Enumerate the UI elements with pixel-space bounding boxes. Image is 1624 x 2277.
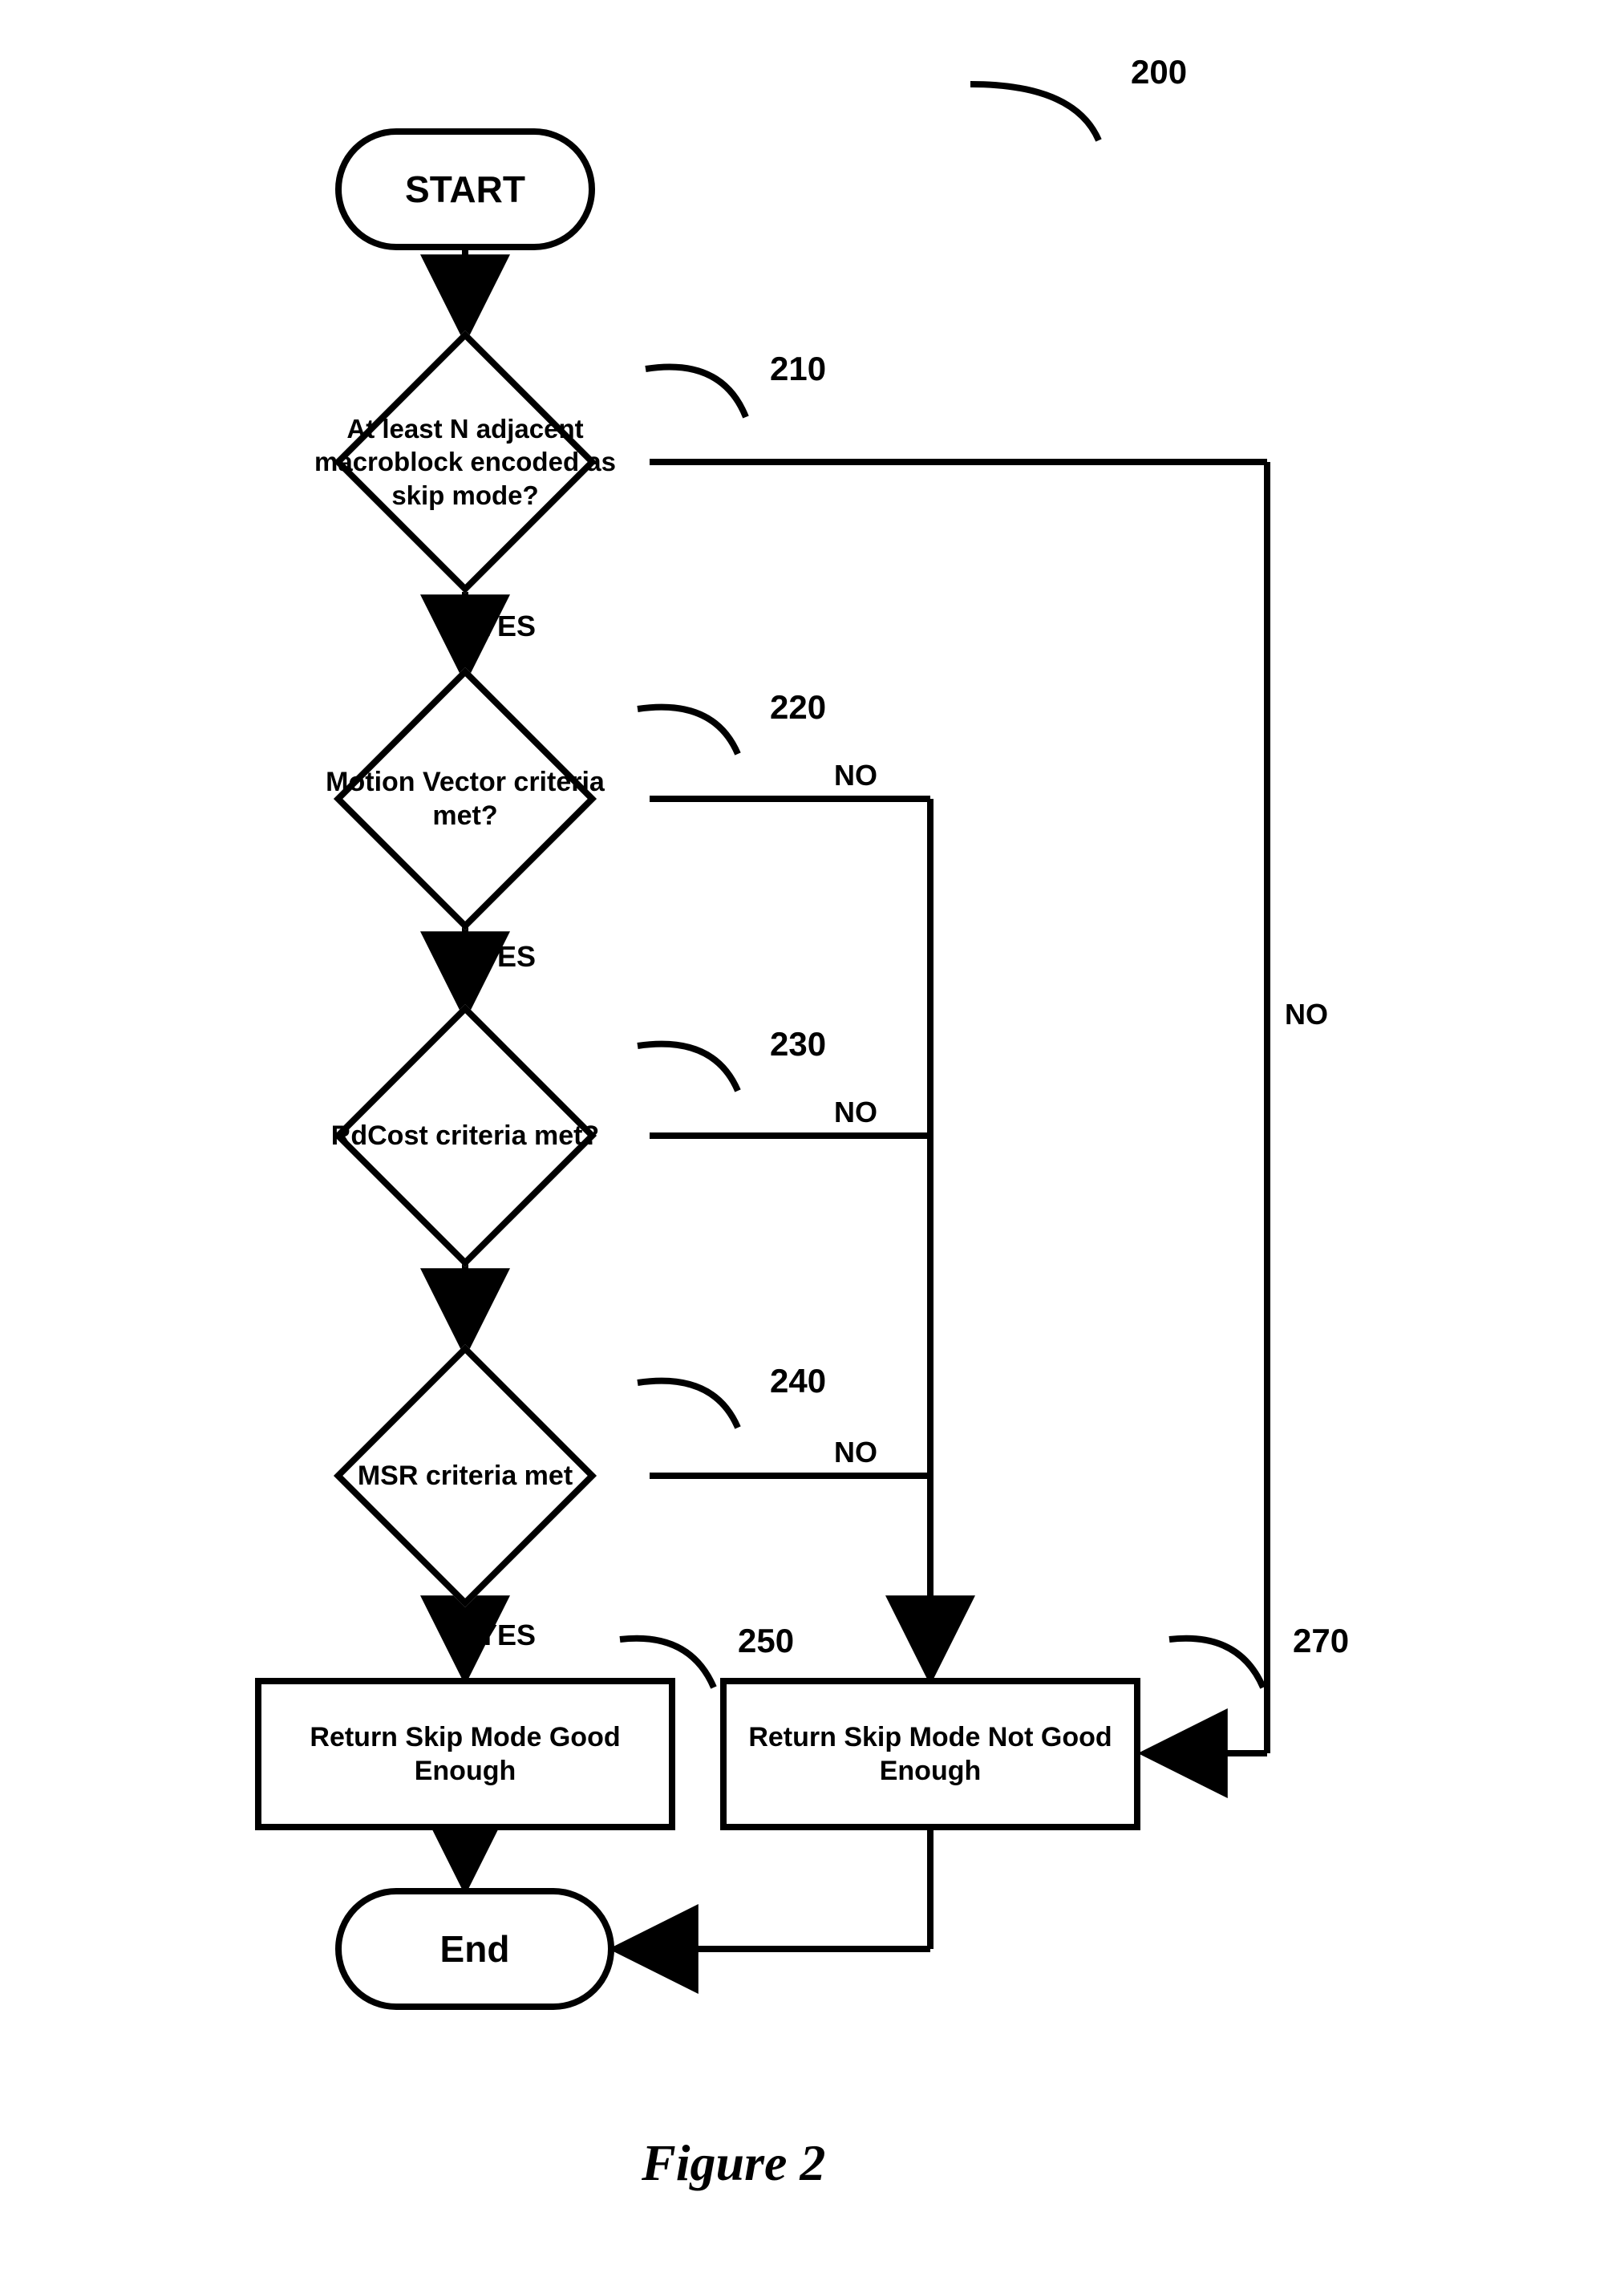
edge-yes-220: YES	[478, 940, 536, 974]
edge-yes-240: YES	[478, 1619, 536, 1652]
start-terminal: START	[335, 128, 595, 250]
decision-230	[334, 1004, 597, 1267]
decision-220	[334, 667, 597, 930]
ref-230: 230	[770, 1025, 826, 1064]
edge-no-240: NO	[834, 1436, 877, 1469]
edge-no-220: NO	[834, 759, 877, 792]
ref-210: 210	[770, 350, 826, 388]
figure-title: Figure 2	[642, 2133, 825, 2193]
edge-yes-210: YES	[478, 610, 536, 643]
end-terminal: End	[335, 1888, 614, 2010]
process-270: Return Skip Mode Not Good Enough	[720, 1678, 1140, 1830]
end-label: End	[440, 1927, 510, 1971]
edge-no-230: NO	[834, 1096, 877, 1129]
edge-no-210: NO	[1285, 998, 1328, 1031]
connector-lines	[0, 0, 1624, 2277]
ref-240: 240	[770, 1362, 826, 1400]
ref-220: 220	[770, 688, 826, 727]
ref-200: 200	[1131, 53, 1187, 91]
process-250: Return Skip Mode Good Enough	[255, 1678, 675, 1830]
flowchart-canvas: START At least N adjacent macroblock enc…	[0, 0, 1624, 2277]
start-label: START	[405, 168, 525, 211]
decision-210	[334, 330, 597, 594]
ref-250: 250	[738, 1622, 794, 1660]
decision-240	[334, 1344, 597, 1607]
ref-270: 270	[1293, 1622, 1349, 1660]
